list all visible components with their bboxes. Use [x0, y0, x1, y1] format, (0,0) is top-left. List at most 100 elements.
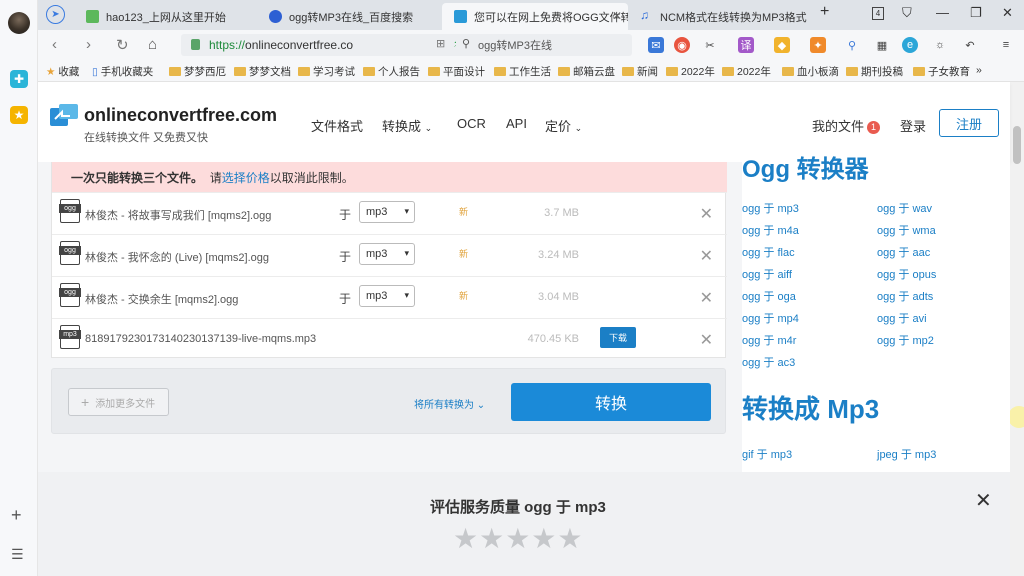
remove-file-icon[interactable]: ✕	[700, 330, 713, 350]
remove-file-icon[interactable]: ✕	[700, 246, 713, 266]
convert-all-dropdown[interactable]: 将所有转换为 ⌄	[414, 396, 485, 411]
brightness-icon[interactable]: ☼	[932, 37, 948, 53]
apps-grid-icon[interactable]: ▦	[874, 37, 890, 53]
site-logo-text[interactable]: onlineconvertfree.com	[84, 105, 277, 126]
add-more-files-button[interactable]: + 添加更多文件	[68, 388, 169, 416]
link-jpeg-mp3[interactable]: jpeg 于 mp3	[877, 446, 936, 462]
bookmark-folder[interactable]: 邮箱云盘	[558, 64, 615, 79]
link-ogg-ac3[interactable]: ogg 于 ac3	[742, 354, 795, 370]
nav-pricing[interactable]: 定价 ⌄	[545, 116, 582, 135]
extension-icon[interactable]: ◆	[774, 37, 790, 53]
bookmark-folder[interactable]: 2022年	[666, 64, 715, 79]
remove-file-icon[interactable]: ✕	[700, 288, 713, 308]
close-survey-icon[interactable]: ✕	[975, 488, 992, 513]
menu-icon[interactable]: ≡	[998, 37, 1014, 53]
tab-ncm[interactable]: ♫ NCM格式在线转换为MP3格式	[628, 3, 812, 30]
restore-icon[interactable]: ❐	[970, 5, 982, 21]
logo-icon[interactable]	[50, 104, 78, 128]
link-ogg-mp4[interactable]: ogg 于 mp4	[742, 310, 799, 326]
link-ogg-oga[interactable]: ogg 于 oga	[742, 288, 796, 304]
tab-onlineconvertfree[interactable]: 您可以在网上免费将OGG文件转 ✕	[442, 3, 628, 30]
minimize-icon[interactable]: —	[936, 5, 949, 20]
bookmark-folder[interactable]: 梦梦文档	[234, 64, 291, 79]
translate-icon[interactable]: 译	[738, 37, 754, 53]
link-ogg-wma[interactable]: ogg 于 wma	[877, 222, 936, 238]
bookmark-folder[interactable]: 2022年	[722, 64, 771, 79]
nav-api[interactable]: API	[506, 116, 527, 131]
bookmark-folder[interactable]: 平面设计	[428, 64, 485, 79]
link-ogg-adts[interactable]: ogg 于 adts	[877, 288, 933, 304]
tab-count-icon[interactable]: 4	[872, 7, 884, 20]
add-app-icon[interactable]: ✚	[10, 70, 28, 88]
scrollbar-thumb[interactable]	[1013, 126, 1021, 164]
shirt-skin-icon[interactable]: ⛉	[902, 5, 912, 21]
new-tab-icon[interactable]: +	[820, 3, 829, 21]
login-link[interactable]: 登录	[900, 116, 926, 135]
rail-menu-icon[interactable]: ☰	[11, 546, 24, 563]
nav-ocr[interactable]: OCR	[457, 116, 486, 131]
bookmark-folder[interactable]: 新闻	[622, 64, 658, 79]
nav-convert-to[interactable]: 转换成 ⌄	[382, 116, 432, 135]
tab-hao123[interactable]: hao123_上网从这里开始	[74, 3, 252, 30]
zoom-icon[interactable]: ⚲	[844, 37, 860, 53]
bookmark-folder[interactable]: 学习考试	[298, 64, 355, 79]
signup-button[interactable]: 注册	[939, 109, 999, 137]
my-files-link[interactable]: 我的文件 1	[812, 116, 881, 135]
convert-button[interactable]: 转换	[511, 383, 1024, 428]
link-gif-mp3[interactable]: gif 于 mp3	[742, 446, 792, 462]
nav-file-formats[interactable]: 文件格式	[311, 116, 363, 135]
link-ogg-aac[interactable]: ogg 于 aac	[877, 244, 930, 260]
rail-add-icon[interactable]: +	[11, 505, 22, 526]
forward-icon[interactable]: ›	[86, 36, 91, 53]
favorites-star-icon[interactable]: ★	[10, 106, 28, 124]
game-icon[interactable]: ✦	[810, 37, 826, 53]
format-select[interactable]: mp3 ▾	[359, 201, 415, 223]
format-select[interactable]: mp3 ▾	[359, 243, 415, 265]
url-field[interactable]: https:// onlineconvertfree.co ⊞ ⚡ ⌄	[181, 34, 483, 56]
bookmark-favorites[interactable]: ★ 收藏	[46, 64, 79, 79]
home-icon[interactable]: ⌂	[148, 36, 157, 53]
bookmark-folder[interactable]: 子女教育	[913, 64, 970, 79]
avatar[interactable]	[8, 12, 30, 34]
back-icon[interactable]: ‹	[52, 36, 57, 53]
folder-icon	[298, 67, 310, 76]
link-ogg-m4r[interactable]: ogg 于 m4r	[742, 332, 796, 348]
pricing-link[interactable]: 选择价格	[222, 169, 270, 186]
bookmark-folder[interactable]: 血小板滴	[782, 64, 839, 79]
link-ogg-m4a[interactable]: ogg 于 m4a	[742, 222, 799, 238]
tab-label: NCM格式在线转换为MP3格式	[660, 11, 807, 24]
undo-icon[interactable]: ↶	[962, 37, 978, 53]
link-ogg-flac[interactable]: ogg 于 flac	[742, 244, 795, 260]
close-window-icon[interactable]: ✕	[1002, 5, 1013, 21]
link-ogg-mp2[interactable]: ogg 于 mp2	[877, 332, 934, 348]
scissors-icon[interactable]: ✂	[702, 37, 718, 53]
weibo-icon[interactable]: ◉	[674, 37, 690, 53]
chevron-down-icon: ▾	[404, 206, 409, 216]
link-ogg-aiff[interactable]: ogg 于 aiff	[742, 266, 792, 282]
link-ogg-avi[interactable]: ogg 于 avi	[877, 310, 927, 326]
download-button[interactable]: 下载	[600, 327, 636, 348]
bookmark-folder[interactable]: 梦梦西厄	[169, 64, 226, 79]
mail-icon[interactable]: ✉	[648, 37, 664, 53]
bookmark-folder[interactable]: 工作生活	[494, 64, 551, 79]
link-ogg-mp3[interactable]: ogg 于 mp3	[742, 200, 799, 216]
reload-icon[interactable]: ↻	[116, 36, 129, 54]
scrollbar[interactable]	[1010, 82, 1024, 576]
site-tagline: 在线转换文件 又免费又快	[84, 132, 209, 144]
bookmark-folder[interactable]: 个人报告	[363, 64, 420, 79]
qr-icon[interactable]: ⊞	[436, 37, 445, 50]
bookmarks-overflow[interactable]: »	[976, 64, 982, 76]
tab-label: 您可以在网上免费将OGG文件转	[474, 11, 628, 24]
browser-logo-icon[interactable]: e	[902, 37, 918, 53]
format-select[interactable]: mp3 ▾	[359, 285, 415, 307]
link-ogg-opus[interactable]: ogg 于 opus	[877, 266, 936, 282]
browser-nav-icon[interactable]: ➤	[46, 5, 65, 24]
rating-stars[interactable]: ★★★★★	[453, 522, 584, 555]
link-ogg-wav[interactable]: ogg 于 wav	[877, 200, 932, 216]
remove-file-icon[interactable]: ✕	[700, 204, 713, 224]
tab-baidu[interactable]: ogg转MP3在线_百度搜索	[257, 3, 437, 30]
bookmark-folder[interactable]: 期刊投稿	[846, 64, 903, 79]
close-tab-icon[interactable]: ✕	[612, 9, 622, 23]
search-box[interactable]: ⚲ ogg转MP3在线	[456, 34, 632, 56]
bookmark-mobile[interactable]: ▯ 手机收藏夹	[92, 64, 153, 79]
